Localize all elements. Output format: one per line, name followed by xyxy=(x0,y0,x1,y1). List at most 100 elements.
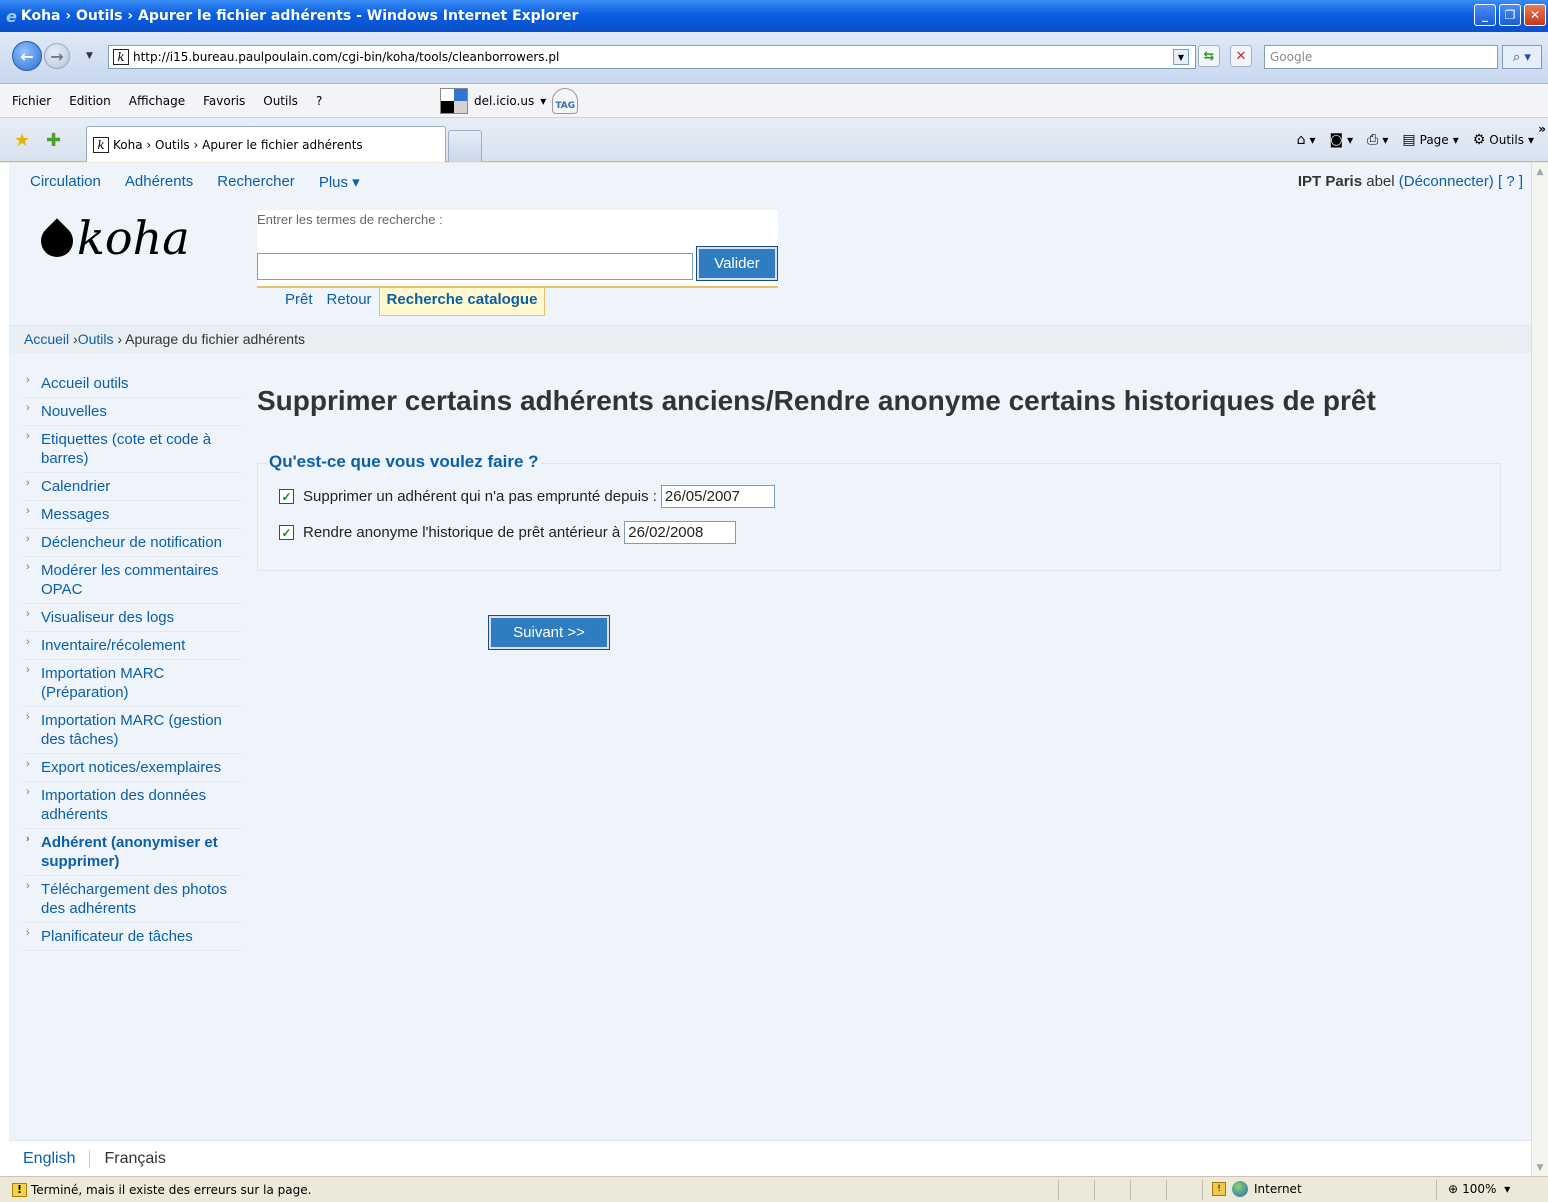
sidebar-item-moderer-commentaires[interactable]: Modérer les commentaires OPAC xyxy=(23,557,241,604)
vertical-scrollbar[interactable]: ▲ ▼ xyxy=(1531,163,1548,1176)
add-favorite-icon[interactable]: ✚ xyxy=(46,130,61,151)
sidebar-item-declencheur-notification[interactable]: Déclencheur de notification xyxy=(23,529,241,557)
tab-retour[interactable]: Retour xyxy=(320,288,379,316)
home-button[interactable]: ⌂ ▾ xyxy=(1297,132,1316,148)
tab-pret[interactable]: Prêt xyxy=(257,288,320,316)
minimize-button[interactable]: _ xyxy=(1474,4,1496,26)
help-link[interactable]: [ ? ] xyxy=(1498,173,1523,190)
nav-rechercher[interactable]: Rechercher xyxy=(217,173,295,191)
sidebar-item-visualiseur-logs[interactable]: Visualiseur des logs xyxy=(23,604,241,632)
sidebar-item-import-marc-gestion[interactable]: Importation MARC (gestion des tâches) xyxy=(23,707,241,754)
favorites-star-icon[interactable]: ★ xyxy=(14,130,30,151)
tools-menu-button[interactable]: ⚙ Outils ▾ xyxy=(1473,132,1534,148)
delete-borrowers-checkbox[interactable]: ✓ xyxy=(279,489,294,504)
breadcrumb-tools[interactable]: Outils xyxy=(78,331,114,347)
browser-search-input[interactable]: Google xyxy=(1264,45,1498,69)
catalog-search-input[interactable] xyxy=(257,253,693,280)
protected-mode-icon: ! xyxy=(1212,1182,1226,1196)
status-bar: ! Terminé, mais il existe des erreurs su… xyxy=(0,1176,1548,1202)
feeds-button[interactable]: ◙ ▾ xyxy=(1330,132,1354,148)
nav-circulation[interactable]: Circulation xyxy=(30,173,101,191)
tag-label: TAG xyxy=(555,101,576,111)
zoom-control[interactable]: ⊕ 100% ▾ xyxy=(1448,1182,1510,1196)
tab-koha[interactable]: k Koha › Outils › Apurer le fichier adhé… xyxy=(86,126,446,162)
catalog-search-box: Entrer les termes de recherche : Valider xyxy=(257,210,778,288)
page-icon: ▤ xyxy=(1402,132,1416,148)
history-dropdown-icon[interactable]: ▼ xyxy=(86,51,93,61)
sidebar-item-accueil-outils[interactable]: Accueil outils xyxy=(23,370,241,398)
zoom-level: 100% xyxy=(1462,1182,1497,1196)
koha-favicon-icon: k xyxy=(113,49,129,65)
logout-link[interactable]: (Déconnecter) xyxy=(1399,173,1494,190)
scroll-up-icon[interactable]: ▲ xyxy=(1532,163,1548,180)
tag-icon[interactable]: TAG xyxy=(552,88,579,114)
address-field[interactable]: k http://i15.bureau.paulpoulain.com/cgi-… xyxy=(108,45,1196,69)
refresh-button[interactable]: ⇆ xyxy=(1198,45,1220,67)
sidebar-item-adherent-anonymiser[interactable]: Adhérent (anonymiser et supprimer) xyxy=(23,829,241,876)
home-icon: ⌂ xyxy=(1296,132,1306,148)
menu-affichage[interactable]: Affichage xyxy=(129,94,185,108)
delete-borrowers-label: Supprimer un adhérent qui n'a pas emprun… xyxy=(303,488,657,505)
sidebar-item-calendrier[interactable]: Calendrier xyxy=(23,473,241,501)
sidebar-item-import-adherents[interactable]: Importation des données adhérents xyxy=(23,782,241,829)
scroll-down-icon[interactable]: ▼ xyxy=(1532,1159,1548,1176)
window-title: Koha › Outils › Apurer le fichier adhére… xyxy=(20,8,579,24)
sidebar-item-export-notices[interactable]: Export notices/exemplaires xyxy=(23,754,241,782)
close-button[interactable]: ✕ xyxy=(1524,4,1546,26)
more-chevron-icon[interactable]: » xyxy=(1538,122,1546,136)
browser-search-placeholder: Google xyxy=(1270,50,1313,64)
menu-outils[interactable]: Outils xyxy=(263,94,298,108)
anonymize-date-input[interactable]: 26/02/2008 xyxy=(624,521,737,544)
delicious-label[interactable]: del.icio.us xyxy=(474,94,534,108)
delicious-toolbar: del.icio.us ▾ TAG xyxy=(440,88,579,114)
breadcrumb-separator: › xyxy=(69,331,78,347)
address-dropdown-icon[interactable]: ▼ xyxy=(1173,49,1189,65)
username: abel xyxy=(1366,173,1395,190)
koha-logo-text: koha xyxy=(77,211,190,265)
status-divider xyxy=(1094,1180,1095,1200)
back-button[interactable]: ← xyxy=(12,41,42,71)
koha-logo[interactable]: koha xyxy=(34,211,190,265)
browser-search-button[interactable]: ⌕ ▾ xyxy=(1502,45,1542,69)
forward-button[interactable]: → xyxy=(44,43,70,69)
printer-icon: ⎙ xyxy=(1367,132,1379,148)
sidebar-item-inventaire[interactable]: Inventaire/récolement xyxy=(23,632,241,660)
lang-english[interactable]: English xyxy=(23,1149,91,1168)
status-divider xyxy=(1202,1180,1203,1200)
security-zone[interactable]: ! Internet xyxy=(1212,1181,1302,1197)
breadcrumb-separator: › xyxy=(113,331,126,347)
status-divider xyxy=(1166,1180,1167,1200)
anonymize-label: Rendre anonyme l'historique de prêt anté… xyxy=(303,524,621,541)
tab-recherche-catalogue[interactable]: Recherche catalogue xyxy=(378,288,546,316)
warning-icon[interactable]: ! xyxy=(12,1182,27,1197)
stop-button[interactable]: ✕ xyxy=(1230,45,1252,67)
koha-page: Circulation Adhérents Rechercher Plus ▾ … xyxy=(9,163,1531,1176)
delicious-icon[interactable] xyxy=(440,88,468,114)
page-menu-button[interactable]: ▤ Page ▾ xyxy=(1402,132,1458,148)
nav-adherents[interactable]: Adhérents xyxy=(125,173,193,191)
fieldset-legend: Qu'est-ce que vous voulez faire ? xyxy=(267,452,541,472)
sidebar-item-import-marc-preparation[interactable]: Importation MARC (Préparation) xyxy=(23,660,241,707)
sidebar-item-planificateur[interactable]: Planificateur de tâches xyxy=(23,923,241,951)
koha-top-nav: Circulation Adhérents Rechercher Plus ▾ … xyxy=(9,163,1531,201)
delicious-dropdown-icon[interactable]: ▾ xyxy=(540,94,546,108)
menu-favoris[interactable]: Favoris xyxy=(203,94,245,108)
sidebar-item-etiquettes[interactable]: Etiquettes (cote et code à barres) xyxy=(23,426,241,473)
menu-edition[interactable]: Edition xyxy=(69,94,111,108)
nav-plus[interactable]: Plus ▾ xyxy=(319,173,360,191)
sidebar-item-telechargement-photos[interactable]: Téléchargement des photos des adhérents xyxy=(23,876,241,923)
ie-logo-icon: e xyxy=(6,6,17,26)
sidebar-item-nouvelles[interactable]: Nouvelles xyxy=(23,398,241,426)
breadcrumb-home[interactable]: Accueil xyxy=(24,331,69,347)
delete-date-input[interactable]: 26/05/2007 xyxy=(660,485,775,508)
sidebar-item-messages[interactable]: Messages xyxy=(23,501,241,529)
menu-fichier[interactable]: Fichier xyxy=(12,94,51,108)
suivant-button[interactable]: Suivant >> xyxy=(488,615,610,650)
url-text: http://i15.bureau.paulpoulain.com/cgi-bi… xyxy=(133,50,560,64)
restore-button[interactable]: ❐ xyxy=(1499,4,1521,26)
menu-help[interactable]: ? xyxy=(316,94,322,108)
valider-button[interactable]: Valider xyxy=(696,246,778,281)
print-button[interactable]: ⎙ ▾ xyxy=(1367,132,1388,148)
new-tab-button[interactable] xyxy=(448,130,482,162)
anonymize-checkbox[interactable]: ✓ xyxy=(279,525,294,540)
